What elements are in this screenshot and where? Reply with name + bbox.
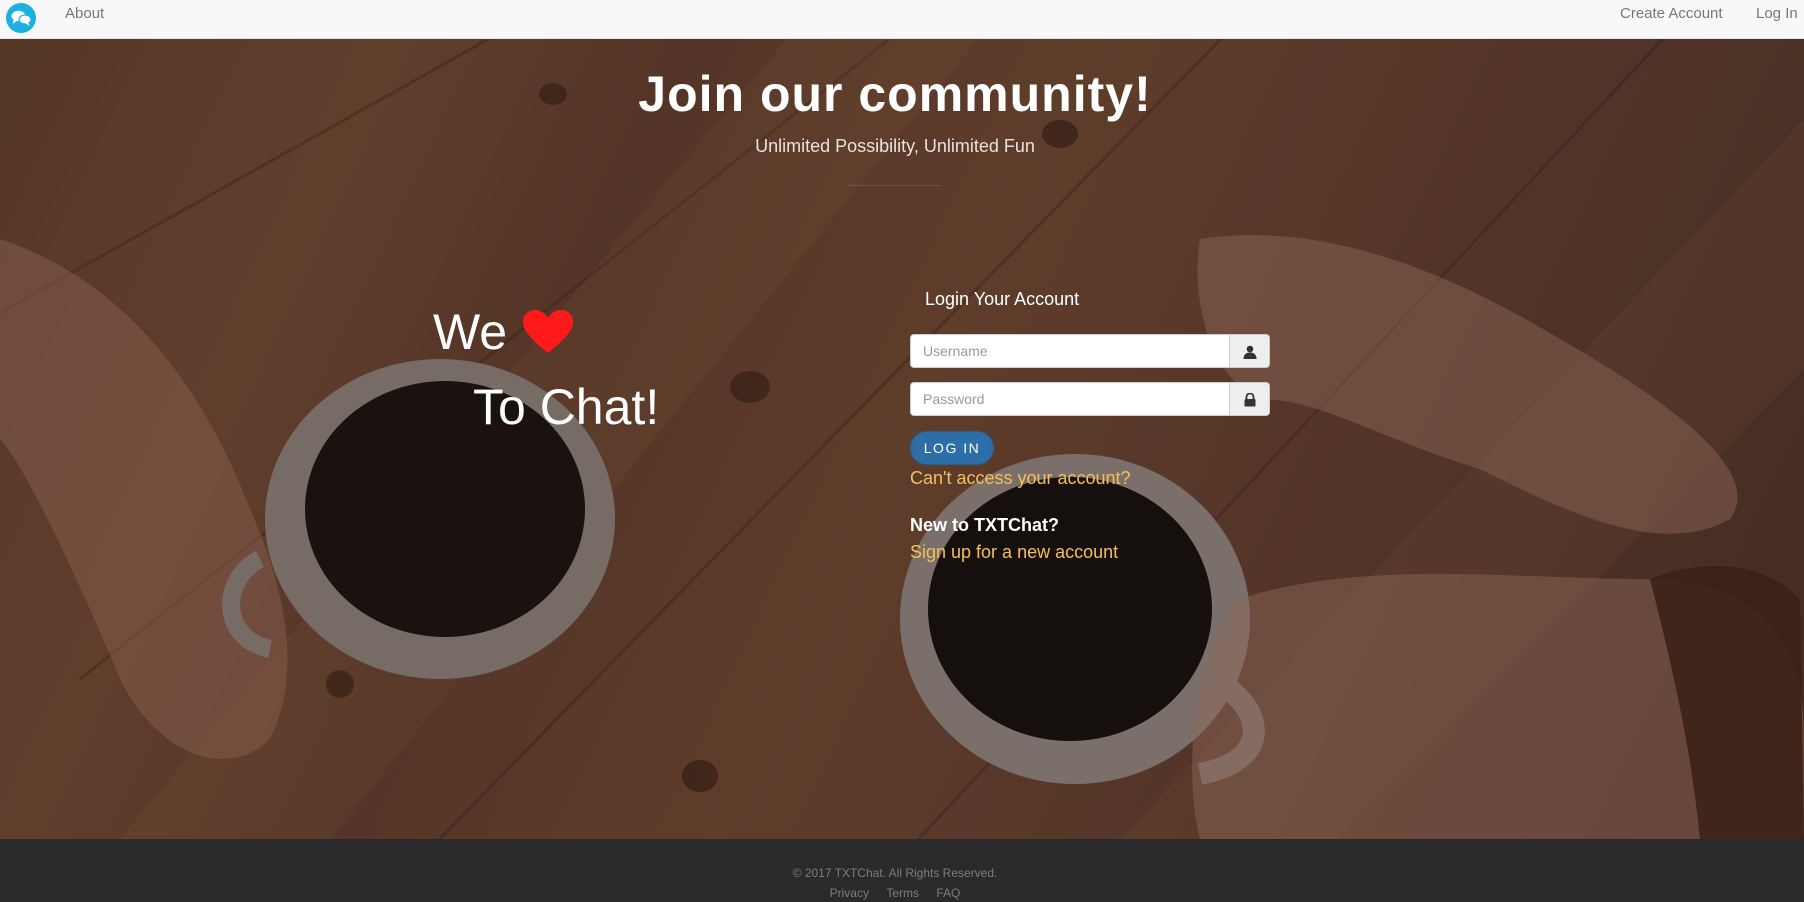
nav-login-link[interactable]: Log In — [1756, 5, 1798, 22]
new-user-heading: New to TXTChat? — [910, 515, 1059, 535]
heart-icon — [523, 310, 573, 353]
footer-terms-link[interactable]: Terms — [886, 886, 919, 900]
password-input[interactable] — [910, 382, 1230, 416]
footer: © 2017 TXTChat. All Rights Reserved. Pri… — [0, 839, 1804, 902]
nav-create-account-link[interactable]: Create Account — [1620, 5, 1723, 22]
lock-icon — [1244, 393, 1256, 407]
username-input[interactable] — [910, 334, 1230, 368]
slogan-line-2: To Chat! — [473, 379, 660, 435]
password-field-group — [910, 382, 1270, 416]
chat-bubbles-icon[interactable] — [6, 3, 36, 33]
footer-links: Privacy Terms FAQ — [0, 886, 1790, 900]
slogan-line-1: We — [433, 304, 508, 360]
login-heading: Login Your Account — [925, 289, 1080, 309]
footer-faq-link[interactable]: FAQ — [936, 886, 960, 900]
hero-subtitle: Unlimited Possibility, Unlimited Fun — [755, 136, 1035, 156]
signup-link[interactable]: Sign up for a new account — [910, 542, 1118, 563]
user-icon — [1243, 345, 1257, 359]
forgot-account-link[interactable]: Can't access your account? — [910, 468, 1131, 489]
hero-overlay — [0, 39, 1804, 839]
login-button[interactable]: LOG IN — [910, 431, 994, 465]
top-navbar: About Create Account Log In — [0, 0, 1804, 39]
hero-title: Join our community! — [638, 66, 1152, 122]
footer-copyright: © 2017 TXTChat. All Rights Reserved. — [792, 866, 998, 880]
footer-privacy-link[interactable]: Privacy — [830, 886, 869, 900]
username-addon — [1230, 334, 1270, 368]
username-field-group — [910, 334, 1270, 368]
nav-about-link[interactable]: About — [65, 5, 104, 22]
password-addon — [1230, 382, 1270, 416]
hero-divider — [847, 185, 941, 186]
hero-section: Join our community! Unlimited Possibilit… — [0, 39, 1804, 839]
